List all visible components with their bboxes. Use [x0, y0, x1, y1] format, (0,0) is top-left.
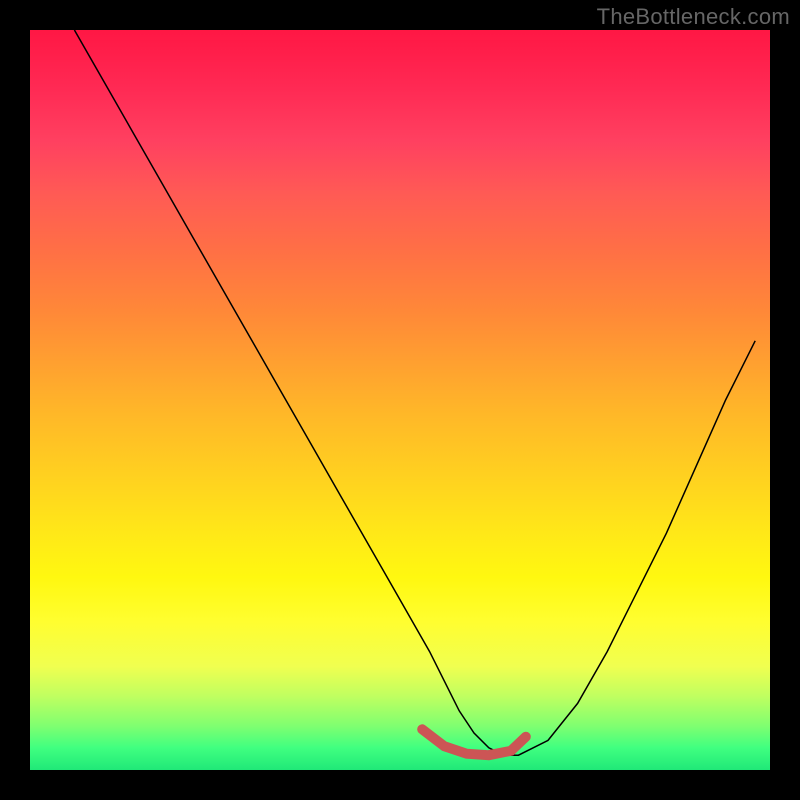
watermark-text: TheBottleneck.com	[597, 4, 790, 30]
curve-svg	[30, 30, 770, 770]
bottleneck-curve	[74, 30, 755, 755]
chart-frame: TheBottleneck.com	[0, 0, 800, 800]
plot-area	[30, 30, 770, 770]
